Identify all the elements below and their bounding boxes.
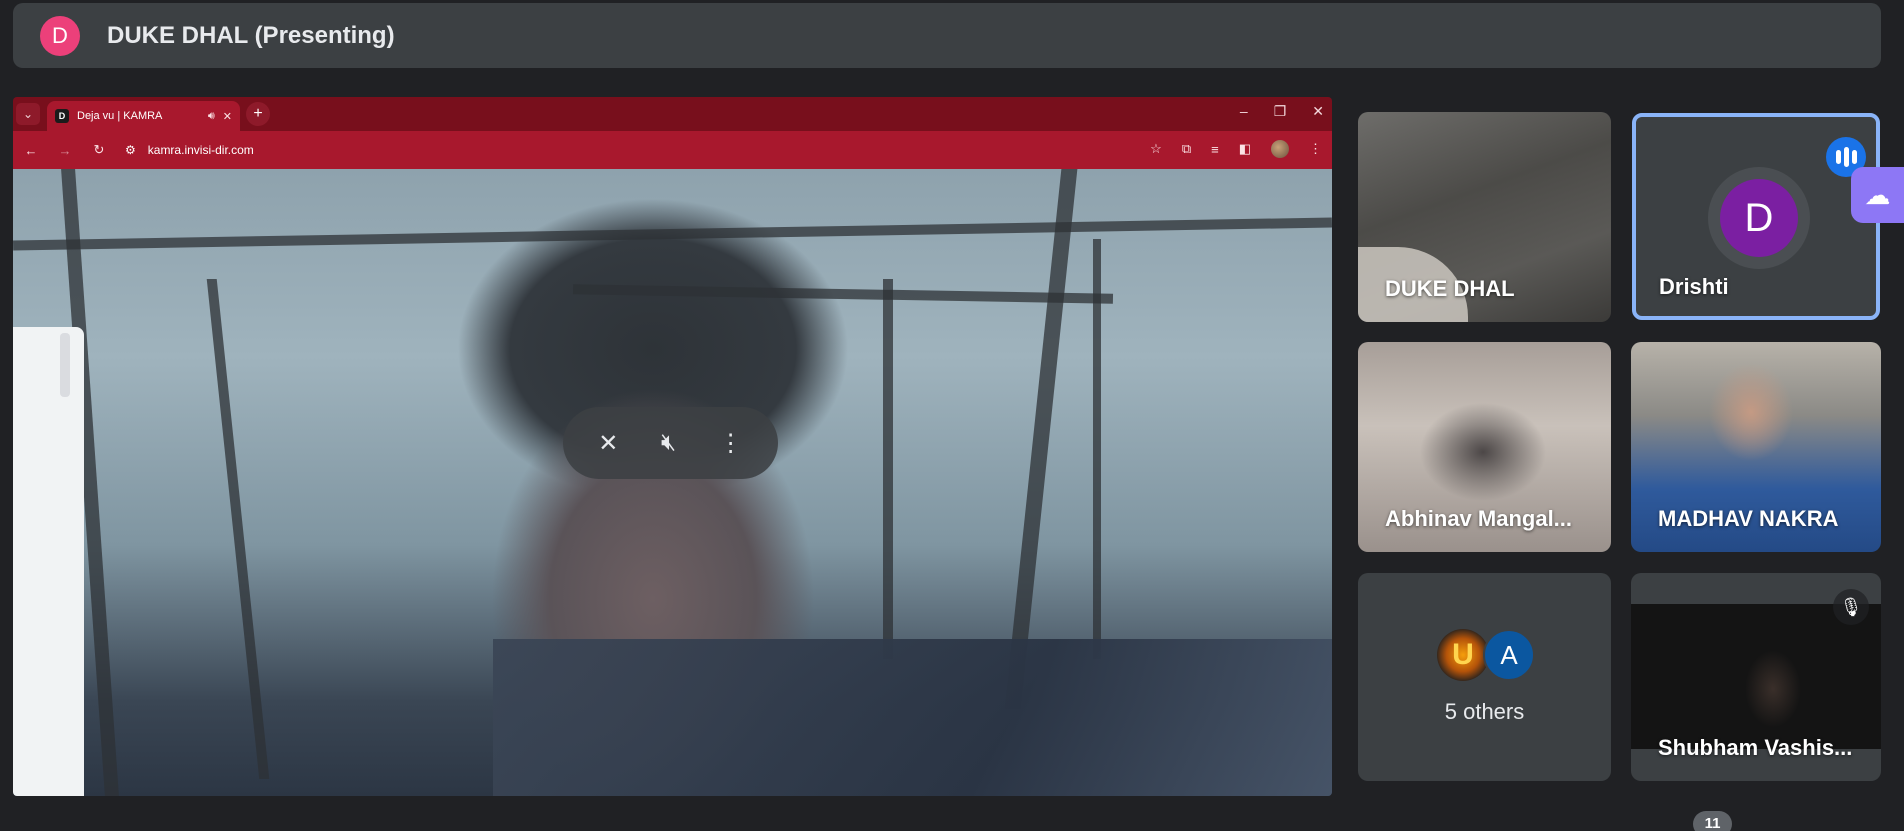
toolbar-actions: ☆ ⧉ ≡ ◧ ⋮ — [1150, 140, 1322, 158]
back-icon: ← — [24, 142, 38, 158]
side-action-button[interactable]: ☁︎ — [1851, 167, 1904, 223]
participant-name: MADHAV NAKRA — [1658, 506, 1839, 531]
bookmark-star-icon: ☆ — [1150, 141, 1162, 156]
participant-tile[interactable]: Abhinav Mangal... — [1358, 342, 1611, 552]
participant-tile[interactable]: 🎙︎ Shubham Vashis... — [1631, 573, 1881, 781]
reload-icon: ↻ — [93, 142, 105, 157]
avatar: D — [1720, 179, 1798, 257]
presentation-controls: ✕ 🔇︎ ⋮ — [563, 407, 778, 479]
participant-tile-speaking[interactable]: D Drishti — [1632, 113, 1880, 320]
tab-audio-icon: 🔊︎ — [207, 109, 215, 122]
new-tab-icon: + — [246, 102, 270, 126]
participant-name: Abhinav Mangal... — [1385, 506, 1573, 531]
tab-close-icon: ✕ — [222, 110, 232, 123]
browser-toolbar: ← → ↻ ⚙︎ kamra.invisi-dir.com ☆ ⧉ ≡ ◧ ⋮ — [13, 131, 1332, 169]
media-control-icon: ≡ — [1211, 141, 1219, 157]
window-controls: – ❐ ✕ — [1240, 103, 1324, 120]
avatar-ring: D — [1708, 167, 1810, 269]
participant-name: Drishti — [1659, 274, 1729, 299]
side-panel — [13, 327, 84, 796]
tab-title: Deja vu | KAMRA — [77, 110, 163, 122]
mic-off-icon: 🎙︎ — [1833, 589, 1869, 625]
presenter-avatar: D — [40, 15, 80, 56]
extensions-icon: ⧉ — [1181, 141, 1192, 156]
forward-icon: → — [58, 142, 72, 158]
side-panel-scrollbar[interactable] — [60, 333, 70, 397]
browser-tab-bar: ⌄ D Deja vu | KAMRA 🔊︎ ✕ + – ❐ ✕ — [13, 97, 1332, 131]
browser-tab: D Deja vu | KAMRA 🔊︎ ✕ — [47, 101, 240, 131]
window-close-icon: ✕ — [1312, 103, 1324, 119]
participant-tile[interactable]: MADHAV NAKRA — [1631, 342, 1881, 552]
shared-video — [13, 169, 1332, 796]
profile-avatar — [1271, 140, 1289, 158]
minimize-icon: – — [1239, 103, 1248, 119]
side-panel-icon: ◧ — [1238, 141, 1251, 156]
participant-name: DUKE DHAL — [1385, 276, 1515, 301]
tab-search-icon: ⌄ — [16, 103, 40, 125]
unpin-icon[interactable]: ✕ — [598, 429, 618, 458]
avatar: U — [1437, 629, 1489, 681]
presenter-bar: D DUKE DHAL (Presenting) — [13, 3, 1881, 68]
avatar: A — [1483, 629, 1535, 681]
others-tile[interactable]: U A 5 others — [1358, 573, 1611, 781]
address-bar: ⚙︎ kamra.invisi-dir.com — [125, 143, 254, 157]
site-info-icon: ⚙︎ — [125, 143, 136, 157]
restore-icon: ❐ — [1273, 103, 1287, 119]
others-label: 5 others — [1444, 699, 1525, 724]
volume-off-icon[interactable]: 🔇︎ — [661, 429, 676, 457]
tab-favicon: D — [55, 109, 69, 123]
others-avatars: U A — [1437, 629, 1535, 681]
participant-count-badge[interactable]: 11 — [1693, 811, 1732, 831]
participant-name: Shubham Vashis... — [1658, 735, 1853, 760]
presenter-title: DUKE DHAL (Presenting) — [107, 21, 395, 49]
browser-menu-icon: ⋮ — [1309, 141, 1322, 156]
participant-video — [1631, 604, 1881, 749]
brain-icon: ☁︎ — [1864, 179, 1891, 210]
more-vert-icon[interactable]: ⋮ — [719, 429, 743, 458]
participant-tile[interactable]: DUKE DHAL — [1358, 112, 1611, 322]
shared-screen[interactable]: ⌄ D Deja vu | KAMRA 🔊︎ ✕ + – ❐ ✕ ← → ↻ ⚙… — [13, 97, 1332, 796]
url-text: kamra.invisi-dir.com — [147, 143, 254, 157]
